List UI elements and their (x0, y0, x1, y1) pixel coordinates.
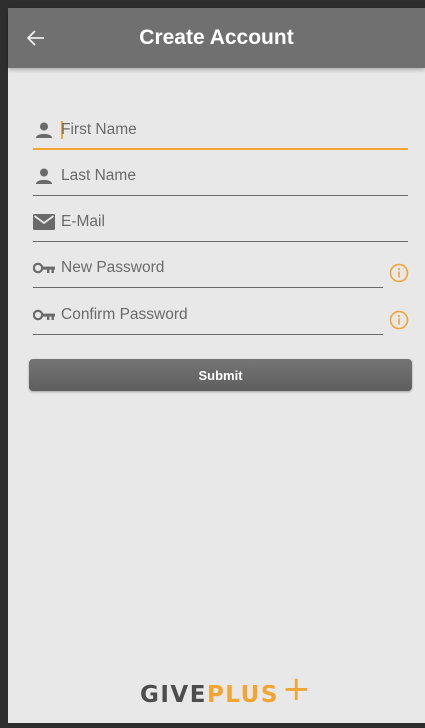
last-name-field-wrapper (33, 156, 408, 196)
new-password-field[interactable] (61, 252, 376, 284)
first-name-underline (33, 148, 408, 150)
person-icon (33, 166, 55, 186)
info-icon (389, 263, 409, 283)
logo-plus-text: PLUS (206, 682, 279, 708)
email-field-wrapper (33, 202, 408, 242)
logo-cross-mark: + (282, 669, 312, 709)
key-icon (33, 258, 55, 278)
confirm-password-field-wrapper (33, 295, 383, 335)
first-name-field[interactable] (61, 114, 401, 146)
last-name-underline (33, 195, 408, 196)
new-password-info-button[interactable] (388, 262, 410, 284)
mail-icon (33, 212, 55, 232)
confirm-password-field[interactable] (61, 299, 376, 331)
new-password-underline (33, 287, 383, 288)
app-bar: Create Account (8, 8, 425, 68)
first-name-field-wrapper (33, 110, 408, 150)
confirm-password-info-button[interactable] (388, 309, 410, 331)
page-title: Create Account (139, 26, 294, 49)
submit-button[interactable]: Submit (29, 359, 412, 391)
info-icon (389, 310, 409, 330)
confirm-password-underline (33, 334, 383, 335)
last-name-field[interactable] (61, 160, 401, 192)
person-icon (33, 120, 55, 140)
email-underline (33, 241, 408, 242)
email-field[interactable] (61, 206, 401, 238)
key-icon (33, 305, 55, 325)
logo-give-text: GIVE (140, 682, 207, 708)
new-password-field-wrapper (33, 248, 383, 288)
giveplus-logo: GIVEPLUS + (140, 672, 311, 722)
